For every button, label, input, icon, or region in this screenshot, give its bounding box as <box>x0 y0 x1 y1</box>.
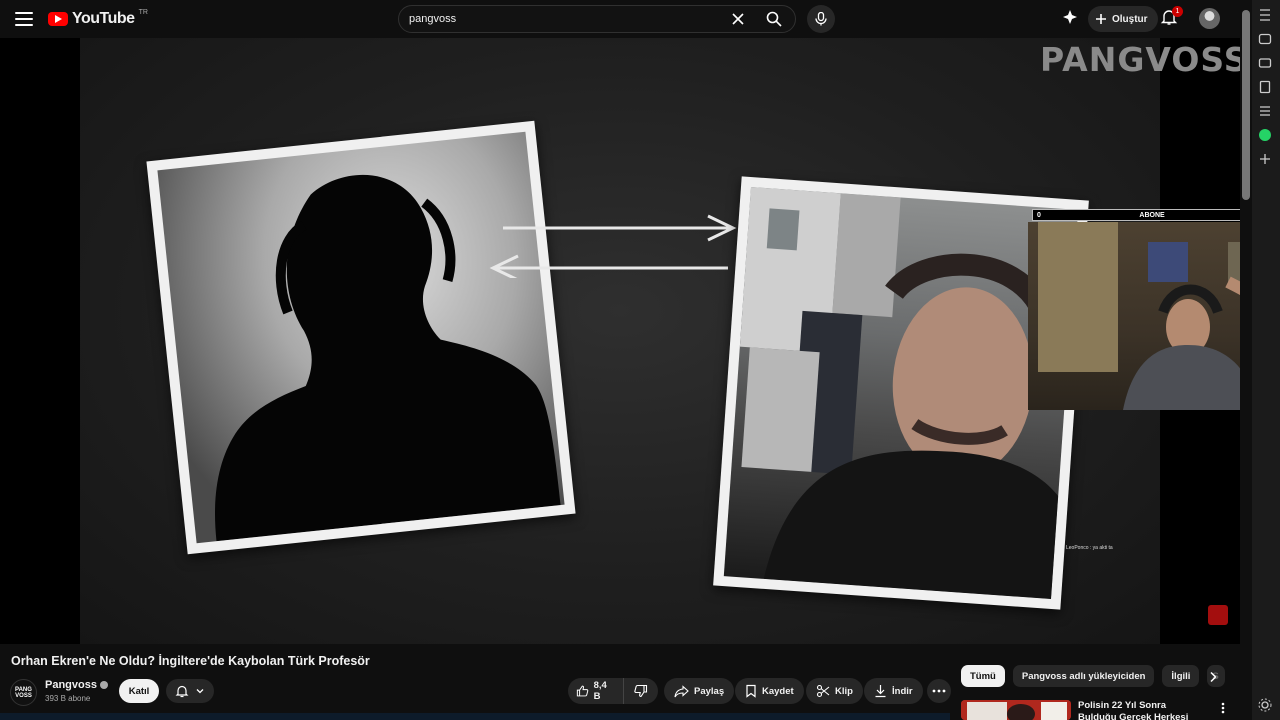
notes-icon[interactable] <box>1258 80 1272 94</box>
search-box <box>398 5 796 33</box>
page-scrollbar[interactable] <box>1240 0 1252 720</box>
more-horizontal-icon <box>932 689 946 693</box>
notifications-button[interactable]: 1 <box>1160 6 1183 30</box>
reading-list-icon[interactable] <box>1258 104 1272 118</box>
chips-next-button[interactable] <box>1204 667 1222 687</box>
browser-sidebar <box>1252 0 1280 720</box>
channel-name[interactable]: Pangvoss <box>45 679 108 691</box>
double-arrow-icon <box>489 214 737 278</box>
channel-name-label: Pangvoss <box>45 679 97 691</box>
video-title: Orhan Ekren'e Ne Oldu? İngiltere'de Kayb… <box>11 654 370 668</box>
plus-icon <box>1096 14 1106 24</box>
video-player[interactable]: PANGVOSS 0 ABONE LeoPonco: ya akti ta <box>0 38 1240 644</box>
create-label: Oluştur <box>1112 13 1148 25</box>
channel-avatar[interactable]: PANG VOSS <box>10 679 37 706</box>
whatsapp-icon[interactable] <box>1258 128 1272 142</box>
clip-button[interactable]: Klip <box>806 678 863 704</box>
thumbnail-image <box>961 700 1071 720</box>
subscriber-goal-bar: 0 ABONE 16 <box>1032 209 1240 221</box>
menu-icon[interactable] <box>14 9 34 29</box>
messenger-icon[interactable] <box>1258 32 1272 46</box>
save-label: Kaydet <box>762 685 794 697</box>
clear-search-button[interactable] <box>723 6 753 32</box>
microphone-icon <box>815 12 827 26</box>
share-label: Paylaş <box>694 685 725 697</box>
scissors-icon <box>816 684 830 698</box>
subscriber-count: 393 B abone <box>45 694 91 703</box>
subscription-bell-button[interactable] <box>166 679 214 703</box>
subgoal-label: ABONE <box>1139 211 1165 219</box>
more-actions-button[interactable] <box>927 679 951 703</box>
like-count: 8,4 B <box>593 680 607 702</box>
bookmark-icon <box>746 684 756 698</box>
save-button[interactable]: Kaydet <box>735 678 804 704</box>
like-button[interactable]: 8,4 B <box>568 678 624 704</box>
notification-badge: 1 <box>1172 6 1183 17</box>
search-button[interactable] <box>753 6 795 32</box>
wallet-icon[interactable] <box>1258 56 1272 70</box>
youtube-logo[interactable]: YouTube TR <box>48 9 148 29</box>
download-button[interactable]: İndir <box>864 678 923 704</box>
scroll-thumb[interactable] <box>1242 10 1250 200</box>
search-icon <box>766 11 782 27</box>
download-icon <box>875 685 886 698</box>
description-box-edge <box>0 713 950 720</box>
chip-related[interactable]: İlgili <box>1162 665 1200 687</box>
like-dislike-group: 8,4 B <box>568 678 658 704</box>
chat-message: LeoPonco : ya akti ta <box>1066 545 1113 551</box>
streamer-webcam <box>1028 222 1240 410</box>
youtube-play-icon <box>48 12 68 26</box>
vpn-icon[interactable] <box>1258 8 1272 22</box>
chevron-down-icon <box>196 689 204 694</box>
recommendation-title[interactable]: Polisin 22 Yıl Sonra Bulduğu Gerçek Herk… <box>1078 700 1202 720</box>
studio-icon[interactable] <box>1062 9 1082 29</box>
settings-icon[interactable] <box>1258 698 1272 712</box>
street-selfie-image <box>739 187 1079 599</box>
close-icon <box>732 13 744 25</box>
chip-from-uploader[interactable]: Pangvoss adlı yükleyiciden <box>1012 665 1155 687</box>
more-vertical-icon <box>1221 702 1225 714</box>
logo-text: YouTube <box>72 10 135 27</box>
thumbs-down-icon <box>634 684 648 698</box>
person-silhouette-icon <box>215 174 561 542</box>
clip-label: Klip <box>835 685 853 697</box>
recommendation-thumbnail[interactable] <box>961 700 1071 720</box>
join-button[interactable]: Katıl <box>119 679 159 703</box>
subgoal-start: 0 <box>1037 211 1041 219</box>
masthead: YouTube TR Oluştur 1 <box>0 0 1240 38</box>
share-button[interactable]: Paylaş <box>664 678 735 704</box>
search-input[interactable] <box>399 6 723 32</box>
download-label: İndir <box>892 685 913 697</box>
youtube-corner-icon <box>1208 605 1228 625</box>
sparkle-icon <box>1063 10 1077 24</box>
dislike-button[interactable] <box>624 678 658 704</box>
logo-country: TR <box>138 8 148 16</box>
voice-search-button[interactable] <box>807 5 835 33</box>
share-icon <box>674 684 689 697</box>
chip-all[interactable]: Tümü <box>961 665 1005 687</box>
create-button[interactable]: Oluştur <box>1088 6 1158 32</box>
recommendation-menu-button[interactable] <box>1217 701 1229 715</box>
webcam-feed-image <box>1038 222 1240 410</box>
thumbs-up-icon <box>576 685 589 697</box>
filter-chips: Tümü Pangvoss adlı yükleyiciden İlgili S <box>961 665 1226 687</box>
silhouette-photo <box>146 120 576 555</box>
verified-icon <box>99 681 108 689</box>
chevron-right-icon <box>1210 671 1217 683</box>
account-avatar[interactable] <box>1199 8 1220 29</box>
bell-icon <box>175 685 189 698</box>
add-icon[interactable] <box>1258 152 1272 166</box>
channel-watermark: PANGVOSS <box>1040 40 1240 79</box>
